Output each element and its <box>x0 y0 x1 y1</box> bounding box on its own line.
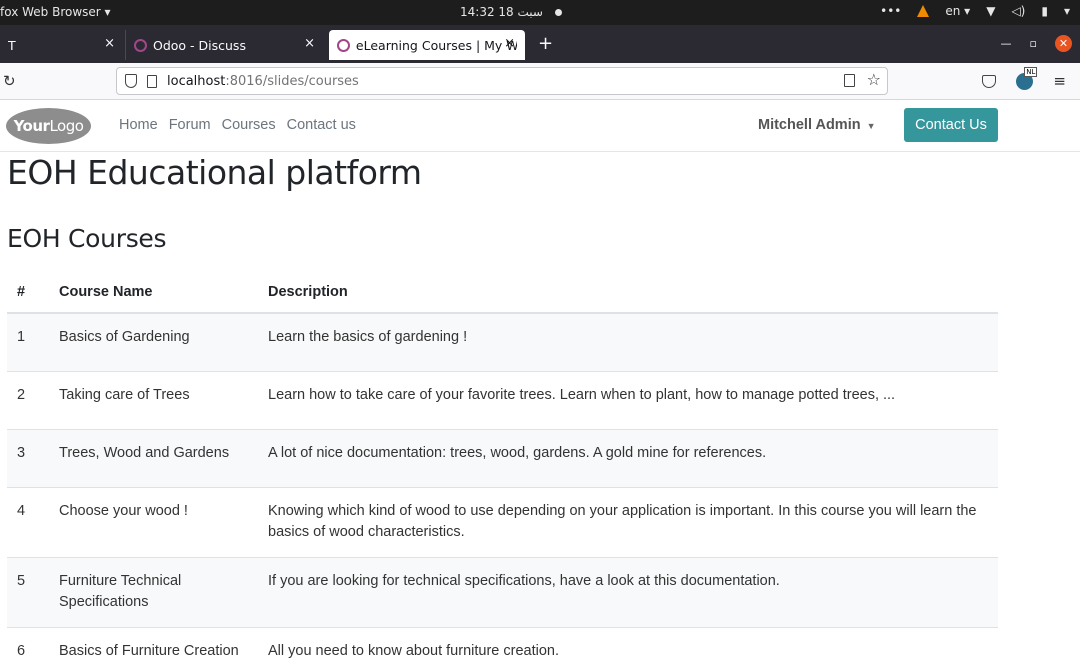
cell-number: 3 <box>7 428 49 487</box>
cell-course-name: Taking care of Trees <box>49 370 258 429</box>
column-header-course-name: Course Name <box>49 272 258 314</box>
table-row: 5 Furniture Technical Specifications If … <box>7 556 998 627</box>
table-row: 6 Basics of Furniture Creation All you n… <box>7 626 998 669</box>
menu-item-forum[interactable]: Forum <box>169 117 211 133</box>
system-tray: ••• en ▾ ▼ ◁) ▮ ▾ <box>880 4 1070 18</box>
url-bar[interactable]: localhost:8016/slides/courses ☆ <box>116 67 888 95</box>
cell-description: If you are looking for technical specifi… <box>258 556 998 627</box>
window-close-icon[interactable]: ✕ <box>1055 35 1072 52</box>
table-row: 4 Choose your wood ! Knowing which kind … <box>7 486 998 557</box>
cell-description: A lot of nice documentation: trees, wood… <box>258 428 998 487</box>
restore-icon[interactable]: ▫ <box>1030 37 1037 50</box>
cell-number: 6 <box>7 626 49 669</box>
browser-tab-strip: T × Odoo - Discuss × eLearning Courses |… <box>0 25 1080 63</box>
new-tab-icon[interactable]: + <box>538 33 553 54</box>
contact-us-button[interactable]: Contact Us <box>904 108 998 142</box>
clock[interactable]: 14:32 18 سبت <box>460 5 543 19</box>
tab-title: eLearning Courses | My W <box>355 37 517 53</box>
cell-description: All you need to know about furniture cre… <box>258 626 998 669</box>
cell-description: Knowing which kind of wood to use depend… <box>258 486 998 557</box>
pocket-icon[interactable] <box>982 74 997 88</box>
cell-course-name: Basics of Gardening <box>49 312 258 371</box>
site-menu: Home Forum Courses Contact us <box>119 117 356 133</box>
system-menu-icon[interactable]: ▾ <box>1064 4 1070 18</box>
window-controls: — ▫ ✕ <box>1001 35 1072 52</box>
cell-course-name: Basics of Furniture Creation <box>49 626 258 669</box>
language-indicator[interactable]: en ▾ <box>945 4 970 18</box>
battery-icon[interactable]: ▮ <box>1041 4 1048 18</box>
column-header-description: Description <box>258 272 998 314</box>
bookmark-star-icon[interactable]: ☆ <box>867 70 881 89</box>
reload-icon[interactable]: ↻ <box>3 72 16 90</box>
menu-item-courses[interactable]: Courses <box>222 117 276 133</box>
cell-description: Learn how to take care of your favorite … <box>258 370 998 429</box>
page-info-icon[interactable] <box>147 74 157 88</box>
os-top-bar: fox Web Browser ▾ 14:32 18 سبت ••• en ▾ … <box>0 0 1080 25</box>
cell-description: Learn the basics of gardening ! <box>258 312 998 371</box>
extension-badge: NL <box>1024 66 1038 77</box>
page-title: EOH Educational platform <box>7 153 422 192</box>
menu-item-home[interactable]: Home <box>119 117 158 133</box>
table-row: 1 Basics of Gardening Learn the basics o… <box>7 312 998 371</box>
app-menu[interactable]: fox Web Browser ▾ <box>0 5 111 19</box>
courses-table: # Course Name Description 1 Basics of Ga… <box>7 272 998 669</box>
cell-number: 4 <box>7 486 49 557</box>
table-row: 3 Trees, Wood and Gardens A lot of nice … <box>7 428 998 487</box>
tab-partial[interactable]: T × <box>0 30 125 60</box>
browser-nav-bar: ↻ localhost:8016/slides/courses ☆ NL ≡ <box>0 63 1080 100</box>
odoo-favicon-icon <box>337 38 350 52</box>
vlc-cone-icon[interactable] <box>917 5 930 17</box>
tracking-shield-icon[interactable] <box>125 74 137 88</box>
menu-item-contact-us[interactable]: Contact us <box>287 117 356 133</box>
user-menu[interactable]: Mitchell Admin ▼ <box>758 117 876 133</box>
table-header-row: # Course Name Description <box>7 272 998 314</box>
tab-elearning-courses[interactable]: eLearning Courses | My W × <box>329 30 525 60</box>
cell-number: 5 <box>7 556 49 627</box>
site-logo[interactable]: Your Logo <box>6 108 91 144</box>
url-path: :8016/slides/courses <box>225 73 359 89</box>
reader-view-icon[interactable] <box>844 74 855 87</box>
volume-icon[interactable]: ◁) <box>1011 4 1025 18</box>
site-header: Your Logo Home Forum Courses Contact us M… <box>0 100 1080 152</box>
table-row: 2 Taking care of Trees Learn how to take… <box>7 370 998 429</box>
user-name: Mitchell Admin <box>758 117 861 133</box>
tab-title: Odoo - Discuss <box>153 37 246 53</box>
minimize-icon[interactable]: — <box>1001 37 1012 50</box>
cell-course-name: Furniture Technical Specifications <box>49 556 258 627</box>
close-tab-icon[interactable]: × <box>104 36 115 51</box>
wifi-icon[interactable]: ▼ <box>986 4 995 18</box>
cell-number: 1 <box>7 312 49 371</box>
cell-number: 2 <box>7 370 49 429</box>
close-tab-icon[interactable]: × <box>304 36 315 51</box>
odoo-favicon-icon <box>134 38 147 52</box>
section-title: EOH Courses <box>7 224 167 253</box>
logo-text-light: Logo <box>49 117 84 135</box>
url-host: localhost <box>167 73 226 89</box>
cell-course-name: Trees, Wood and Gardens <box>49 428 258 487</box>
tab-odoo-discuss[interactable]: Odoo - Discuss × <box>125 30 325 60</box>
toolbar-right: NL ≡ <box>982 66 1066 90</box>
cell-course-name: Choose your wood ! <box>49 486 258 557</box>
extension-icon[interactable]: NL <box>1016 66 1038 90</box>
more-dots-icon[interactable]: ••• <box>880 4 901 18</box>
column-header-number: # <box>7 272 49 314</box>
hamburger-menu-icon[interactable]: ≡ <box>1053 72 1066 90</box>
tab-title: T <box>8 37 16 53</box>
caret-down-icon: ▼ <box>866 121 876 131</box>
notification-dot-icon <box>555 9 562 16</box>
logo-text-bold: Your <box>13 117 50 135</box>
close-tab-icon[interactable]: × <box>504 36 515 51</box>
